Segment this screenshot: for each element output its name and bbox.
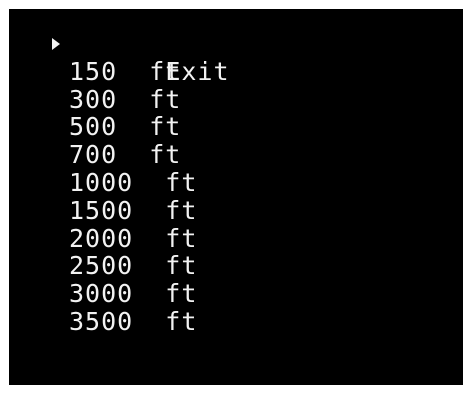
- menu-item-exit[interactable]: Exit: [49, 30, 230, 85]
- menu-item-300-ft[interactable]: 300 ft: [49, 84, 230, 114]
- menu-item-2000-ft[interactable]: 2000 ft: [49, 223, 230, 253]
- menu-item-label: 3000 ft: [69, 279, 198, 309]
- menu-item-1500-ft[interactable]: 1500 ft: [49, 195, 230, 225]
- menu-item-150-ft[interactable]: 150 ft: [49, 56, 230, 86]
- menu-item-label: 1500 ft: [69, 195, 198, 225]
- menu-item-500-ft[interactable]: 500 ft: [49, 113, 230, 141]
- menu-item-label: 300 ft: [69, 84, 182, 114]
- menu-item-label: 2000 ft: [69, 223, 198, 253]
- menu-item-label: 150 ft: [69, 56, 182, 86]
- menu-item-1000-ft[interactable]: 1000 ft: [49, 169, 230, 197]
- selection-cursor-icon: [52, 38, 60, 50]
- menu-item-3500-ft[interactable]: 3500 ft: [49, 308, 230, 336]
- display-screen: Exit 150 ft 300 ft 500 ft 700 ft 1000 ft…: [9, 9, 463, 385]
- menu-item-label: 1000 ft: [69, 167, 198, 197]
- menu-item-3000-ft[interactable]: 3000 ft: [49, 280, 230, 308]
- menu-item-label: 3500 ft: [69, 306, 198, 336]
- menu-item-700-ft[interactable]: 700 ft: [49, 141, 230, 169]
- menu-item-2500-ft[interactable]: 2500 ft: [49, 252, 230, 280]
- menu-item-label: 500 ft: [69, 112, 182, 142]
- menu-item-label: 2500 ft: [69, 251, 198, 281]
- menu-item-label: 700 ft: [69, 140, 182, 170]
- range-menu: Exit 150 ft 300 ft 500 ft 700 ft 1000 ft…: [49, 30, 230, 336]
